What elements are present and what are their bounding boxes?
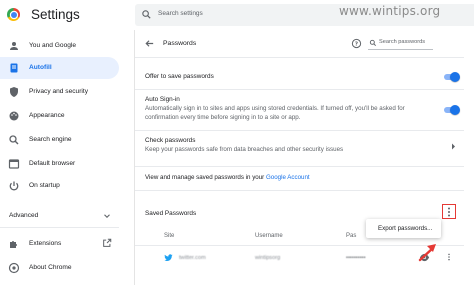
more-vert-icon[interactable] [446, 252, 452, 262]
shield-icon [10, 87, 18, 97]
entry-username: wintipsorg [255, 255, 281, 261]
sidebar-item-appearance[interactable]: Appearance [0, 105, 119, 127]
sidebar-item-on-startup[interactable]: On startup [0, 175, 119, 197]
palette-icon [9, 111, 19, 121]
person-icon [10, 42, 18, 50]
sidebar-item-default-browser[interactable]: Default browser [0, 153, 119, 175]
help-icon[interactable]: ? [351, 38, 362, 49]
chrome-logo-icon [7, 8, 20, 21]
power-icon [9, 181, 19, 191]
password-search-placeholder: Search passwords [379, 39, 426, 45]
sidebar-divider [0, 227, 119, 228]
sidebar-item-label: Privacy and security [29, 88, 88, 95]
auto-signin-desc-2: confirmation every time before signing i… [145, 114, 301, 121]
passwords-card: Passwords ? Search passwords Offer to sa… [134, 30, 474, 285]
sidebar-item-extensions[interactable]: Extensions [0, 233, 119, 255]
entry-site: twitter.com [179, 255, 206, 261]
sidebar-item-about[interactable]: About Chrome [0, 257, 119, 279]
sidebar-item-autofill[interactable]: Autofill [0, 57, 119, 79]
kebab-highlight-box [442, 204, 456, 219]
auto-signin-toggle[interactable] [444, 105, 460, 115]
search-icon [142, 10, 151, 19]
browser-icon [8, 159, 20, 169]
twitter-icon [164, 254, 173, 262]
sidebar-item-label: About Chrome [29, 264, 72, 271]
divider [135, 57, 464, 58]
check-passwords-desc: Keep your passwords safe from data breac… [145, 146, 344, 153]
svg-text:?: ? [355, 42, 358, 48]
page-title: Passwords [163, 40, 197, 47]
entry-password: •••••••••• [346, 255, 366, 261]
watermark: www.wintips.org [339, 4, 441, 18]
saved-passwords-heading: Saved Passwords [145, 210, 197, 217]
advanced-label: Advanced [9, 212, 39, 219]
sidebar-item-label: You and Google [29, 42, 77, 49]
search-placeholder: Search settings [158, 10, 203, 17]
sidebar-item-label: Search engine [29, 136, 72, 143]
offer-to-save-label: Offer to save passwords [145, 73, 214, 80]
top-bar: Settings Search settings www.wintips.org [0, 0, 474, 30]
auto-signin-label: Auto Sign-in [145, 96, 180, 103]
saved-passwords-menu: Export passwords... [366, 219, 441, 238]
offer-to-save-toggle[interactable] [444, 72, 460, 82]
sidebar-item-privacy[interactable]: Privacy and security [0, 81, 119, 103]
divider [135, 89, 464, 90]
column-header-password: Pas [346, 233, 357, 239]
chevron-right-icon[interactable] [449, 142, 458, 151]
manage-passwords-text: View and manage saved passwords in your … [145, 174, 310, 181]
sidebar-item-label: Extensions [29, 240, 62, 247]
export-passwords-menu-item[interactable]: Export passwords... [378, 225, 432, 232]
open-in-new-icon [103, 238, 112, 247]
column-header-username: Username [255, 233, 283, 239]
sidebar-item-label: Autofill [29, 64, 52, 71]
divider [135, 166, 464, 167]
divider [135, 245, 464, 246]
manage-prefix: View and manage saved passwords in your [145, 174, 266, 181]
divider [135, 130, 464, 131]
sidebar-advanced-toggle[interactable]: Advanced [0, 207, 119, 225]
check-passwords-label: Check passwords [145, 137, 196, 144]
annotation-arrow-icon [418, 244, 436, 262]
autofill-icon [10, 63, 18, 73]
sidebar-item-label: Appearance [29, 112, 65, 119]
chevron-down-icon [104, 214, 110, 219]
sidebar-item-label: On startup [29, 182, 60, 189]
app-title: Settings [31, 7, 80, 22]
chrome-outline-icon [8, 262, 20, 274]
search-icon [369, 39, 377, 47]
column-header-site: Site [164, 233, 175, 239]
sidebar-item-label: Default browser [29, 160, 76, 167]
puzzle-icon [10, 241, 17, 248]
sidebar-item-search-engine[interactable]: Search engine [0, 129, 119, 151]
sidebar-item-you-and-google[interactable]: You and Google [0, 35, 119, 57]
sidebar: You and Google Autofill Privacy and secu… [0, 30, 125, 285]
back-arrow-icon[interactable] [144, 38, 155, 49]
divider [135, 190, 464, 191]
search-icon [9, 135, 19, 145]
google-account-link[interactable]: Google Account [266, 174, 310, 181]
password-search-input[interactable]: Search passwords [368, 36, 433, 50]
